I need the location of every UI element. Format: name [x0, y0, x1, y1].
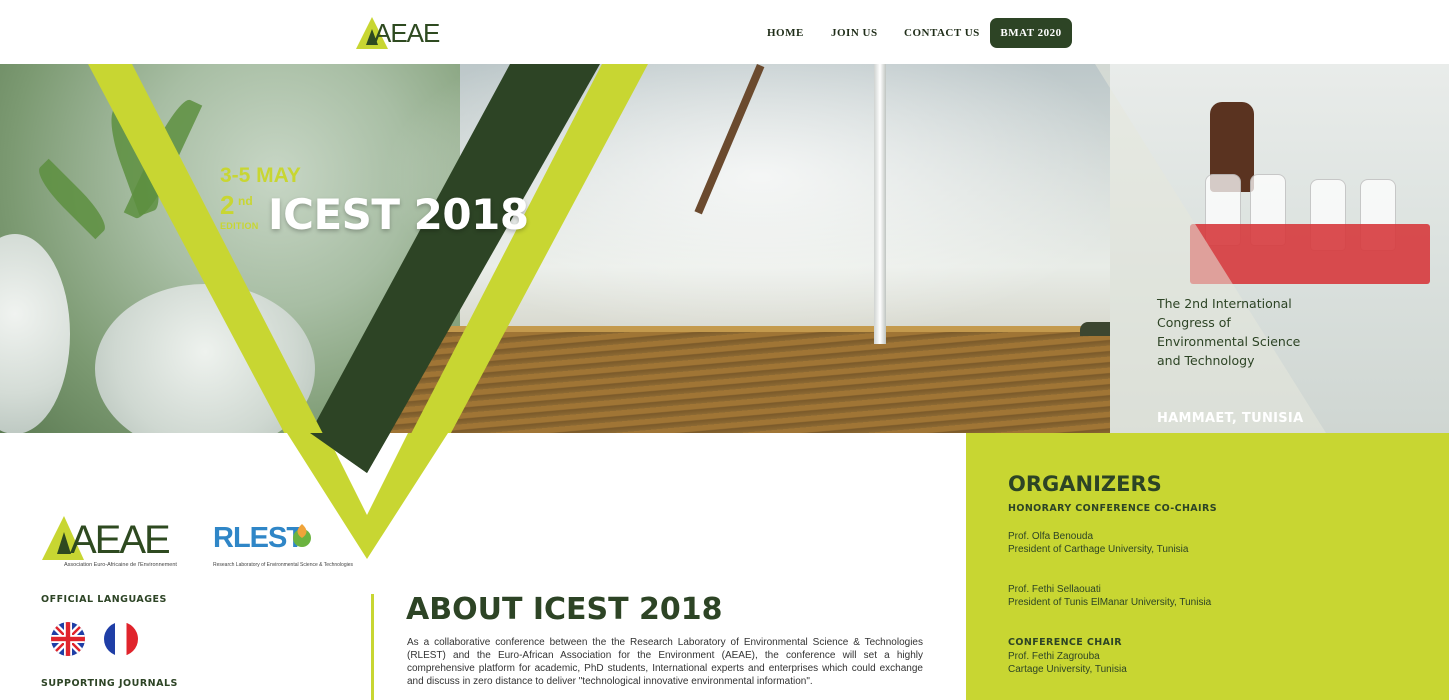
organizer-role: Cartage University, Tunisia [1008, 664, 1127, 675]
organizer-role: President of Tunis ElManar University, T… [1008, 597, 1212, 608]
nav-bmat-2020-button[interactable]: BMAT 2020 [990, 18, 1072, 48]
about-title: ABOUT ICEST 2018 [406, 592, 723, 627]
honorary-co-chairs-heading: HONORARY CONFERENCE CO-CHAIRS [1008, 503, 1217, 514]
uk-flag-icon[interactable] [51, 622, 85, 656]
nav-contact-us[interactable]: CONTACT US [904, 18, 980, 48]
hero-shapes [88, 64, 1326, 433]
organizer-name: Prof. Olfa Benouda [1008, 531, 1094, 542]
section-divider [371, 594, 374, 700]
site-header: AEAE HOME JOIN US CONTACT US BMAT 2020 [0, 0, 1449, 64]
leaf-drop-icon [293, 524, 311, 547]
lime-v-left [88, 64, 323, 433]
france-flag-icon[interactable] [104, 622, 138, 656]
logo-wordmark: AEAE [374, 18, 440, 48]
hero-banner: 3-5 MAY 2 nd EDITION ICEST 2018 The 2nd … [0, 64, 1449, 433]
organizer-entry: Prof. Fethi Zagrouba Cartage University,… [1008, 650, 1127, 676]
hero-location: HAMMAET, TUNISIA [1157, 411, 1304, 426]
hero-date: 3-5 MAY [220, 164, 301, 187]
hero-title: ICEST 2018 [268, 190, 529, 239]
rlest-logo-subtitle: Research Laboratory of Environmental Sci… [213, 562, 353, 568]
nav-join-us[interactable]: JOIN US [831, 18, 878, 48]
rlest-logo-icon: RLEST [213, 522, 304, 554]
aeae-logo-wordmark: AEAE [70, 518, 171, 562]
rlest-partner-logo[interactable]: RLEST Research Laboratory of Environment… [213, 520, 353, 576]
about-body: As a collaborative conference between th… [407, 637, 923, 687]
official-languages-heading: OFFICIAL LANGUAGES [41, 594, 167, 605]
conference-chair-heading: CONFERENCE CHAIR [1008, 637, 1123, 648]
organizer-entry: Prof. Olfa Benouda President of Carthage… [1008, 530, 1188, 556]
hero-edition-label: EDITION [220, 221, 259, 231]
organizer-name: Prof. Fethi Sellaouati [1008, 584, 1101, 595]
hero-edition-suffix: nd [238, 194, 253, 208]
organizers-title: ORGANIZERS [1008, 472, 1162, 496]
aeae-logo-subtitle: Association Euro-Africaine de l'Environn… [64, 562, 177, 568]
nav-home[interactable]: HOME [767, 18, 804, 48]
aeae-logo-icon[interactable]: AEAE [354, 15, 440, 53]
aeae-partner-logo[interactable]: AEAE Association Euro-Africaine de l'Env… [40, 514, 177, 572]
hero-edition-number: 2 [220, 190, 235, 220]
hero-subtitle: The 2nd International Congress of Enviro… [1157, 296, 1301, 368]
organizer-entry: Prof. Fethi Sellaouati President of Tuni… [1008, 583, 1211, 609]
organizer-name: Prof. Fethi Zagrouba [1008, 651, 1100, 662]
organizer-role: President of Carthage University, Tunisi… [1008, 544, 1189, 555]
supporting-journals-heading: SUPPORTING JOURNALS [41, 678, 178, 689]
